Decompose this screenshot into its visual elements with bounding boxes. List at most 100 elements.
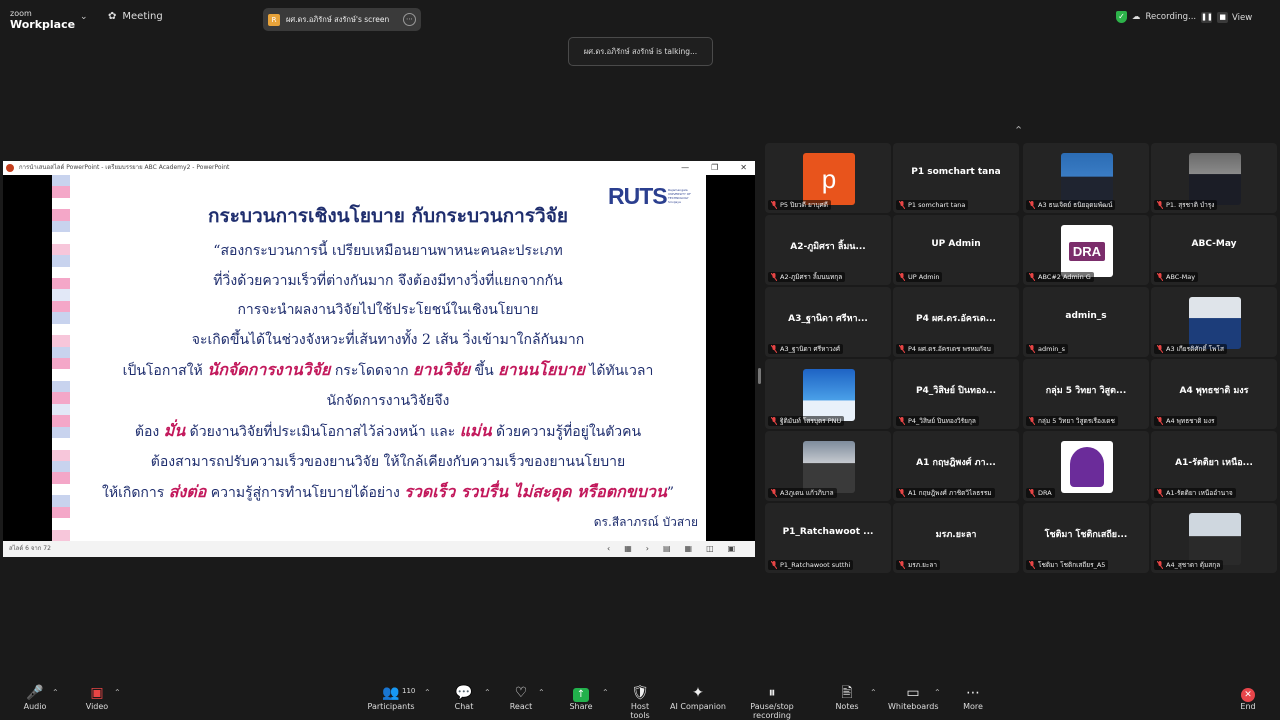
shield-icon[interactable]: ✓ bbox=[1116, 11, 1127, 23]
participant-tile[interactable]: P4_วิสิษย์ ปินทอง... P4_วิสิษย์ ปินทองวิร… bbox=[893, 359, 1019, 429]
bottom-toolbar: 🎤 Audio ⌃ ▣ Video ⌃ 👥 Participants 110 ⌃… bbox=[0, 680, 1280, 720]
share-button[interactable]: ↑ Share ⌃ bbox=[568, 680, 609, 720]
presenter-avatar: R bbox=[268, 13, 280, 26]
cloud-icon: ☁ bbox=[1132, 12, 1141, 22]
participant-tile[interactable]: UP Admin UP Admin bbox=[893, 215, 1019, 285]
host-tools-button[interactable]: 🛡 Host tools bbox=[620, 680, 660, 720]
next-slide-icon[interactable]: › bbox=[646, 541, 649, 557]
participant-tile[interactable]: A3_ฐานิดา ศรีหา... A3_ฐานิดา ศรีหาวงศ์ bbox=[765, 287, 891, 357]
participant-name-label: admin_s bbox=[1026, 344, 1069, 354]
reading-view-icon[interactable]: ◫ bbox=[706, 541, 714, 557]
slide: RUTS Rajamangala UNIVERSITY OF TECHNOLOG… bbox=[52, 175, 706, 541]
chevron-up-icon[interactable]: ⌃ bbox=[114, 688, 121, 697]
participant-tile[interactable]: admin_s admin_s bbox=[1023, 287, 1149, 357]
splitter-handle[interactable] bbox=[758, 368, 761, 384]
participant-tile[interactable]: A4 พุทธชาติ มงร A4 พุทธชาติ มงร bbox=[1151, 359, 1277, 429]
participant-tile[interactable]: DRA ABC#2 Admin G bbox=[1023, 215, 1149, 285]
participant-tile[interactable]: A3 เกียรติศักดิ์ โพโส bbox=[1151, 287, 1277, 357]
participant-name-label: A4_สุชาดา ตุ้มสกุล bbox=[1154, 560, 1224, 570]
mic-muted-icon bbox=[1028, 200, 1036, 210]
participant-tile[interactable]: A4_สุชาดา ตุ้มสกุล bbox=[1151, 503, 1277, 573]
mic-muted-icon bbox=[770, 200, 778, 210]
slideshow-icon[interactable]: ▣ bbox=[728, 541, 736, 557]
participant-name-label: P4 ผศ.ดร.อัครเดช พรหมกัจบ bbox=[896, 344, 994, 354]
participant-tile[interactable]: A1-รัตติยา เหนือ... A1-รัตติยา เหนืออำนาจ bbox=[1151, 431, 1277, 501]
mic-muted-icon bbox=[898, 272, 906, 282]
participant-tile[interactable]: ABC-May ABC-May bbox=[1151, 215, 1277, 285]
participant-label-text: DRA bbox=[1038, 489, 1052, 497]
slide-letterbox-right bbox=[706, 175, 755, 541]
video-button[interactable]: ▣ Video ⌃ bbox=[82, 680, 121, 720]
participants-button[interactable]: 👥 Participants 110 ⌃ bbox=[366, 680, 431, 720]
mic-muted-icon bbox=[898, 344, 906, 354]
notes-button[interactable]: 🖹 Notes ⌃ bbox=[834, 680, 876, 720]
audio-button[interactable]: 🎤 Audio ⌃ bbox=[20, 680, 59, 720]
chevron-up-icon[interactable]: ⌃ bbox=[1014, 124, 1023, 137]
meeting-info-button[interactable]: ✿ Meeting bbox=[108, 11, 163, 22]
chevron-up-icon[interactable]: ⌃ bbox=[934, 688, 941, 697]
mic-muted-icon bbox=[898, 416, 906, 426]
participant-display-name: UP Admin bbox=[931, 239, 981, 249]
participant-label-text: P1_Ratchawoot sutthi bbox=[780, 561, 851, 569]
participant-tile[interactable]: p P5 ปิยวดี ยาบุศดี bbox=[765, 143, 891, 213]
participant-tile[interactable]: P1. สุรชาติ บำรุง bbox=[1151, 143, 1277, 213]
ai-companion-button[interactable]: ✦ AI Companion bbox=[670, 680, 726, 720]
participant-tile[interactable]: P4 ผศ.ดร.อัครเด... P4 ผศ.ดร.อัครเดช พรหมก… bbox=[893, 287, 1019, 357]
more-options-icon[interactable]: ⋯ bbox=[403, 13, 416, 26]
react-button[interactable]: ♡ React ⌃ bbox=[508, 680, 545, 720]
chevron-up-icon[interactable]: ⌃ bbox=[538, 688, 545, 697]
chevron-up-icon[interactable]: ⌃ bbox=[870, 688, 877, 697]
minimize-icon[interactable]: — bbox=[681, 161, 689, 175]
more-label: More bbox=[963, 702, 983, 711]
participant-tile[interactable]: กลุ่ม 5 วิทยา วิสูต... กลุ่ม 5 วิทยา วิสู… bbox=[1023, 359, 1149, 429]
participant-display-name: A1-รัตติยา เหนือ... bbox=[1175, 458, 1253, 468]
slide-line: ต้อง มั่น ด้วยงานวิจัยที่ประเมินโอกาสไว้… bbox=[134, 421, 642, 440]
whiteboards-button[interactable]: ▭ Whiteboards ⌃ bbox=[888, 680, 941, 720]
talking-text: ผศ.ดร.อภิรักษ์ สงรักษ์ is talking... bbox=[583, 47, 698, 56]
active-speaker-toast: ผศ.ดร.อภิรักษ์ สงรักษ์ is talking... bbox=[568, 37, 713, 66]
chevron-up-icon[interactable]: ⌃ bbox=[424, 688, 431, 697]
restore-icon[interactable]: ❐ bbox=[711, 161, 718, 175]
pause-recording-button[interactable]: ❚❚ bbox=[1201, 11, 1213, 23]
mic-muted-icon bbox=[770, 344, 778, 354]
host-tools-label: Host tools bbox=[630, 702, 650, 720]
more-button[interactable]: ⋯ More bbox=[960, 680, 986, 720]
normal-view-icon[interactable]: ▤ bbox=[663, 541, 671, 557]
chevron-up-icon[interactable]: ⌃ bbox=[484, 688, 491, 697]
pause-stop-icon: ⏸ bbox=[768, 685, 776, 701]
slide-line: ต้องสามารถปรับความเร็วของยานวิจัย ให้ใกล… bbox=[150, 453, 626, 470]
participant-tile[interactable]: โชติมา โชติกเสถีย... โชติมา โชติกเสถียร_A… bbox=[1023, 503, 1149, 573]
participant-tile[interactable]: ฐิติมันท์ โสรบุตร PNU bbox=[765, 359, 891, 429]
chevron-up-icon[interactable]: ⌃ bbox=[602, 688, 609, 697]
participant-name-label: DRA bbox=[1026, 488, 1055, 498]
participant-gallery: p P5 ปิยวดี ยาบุศดี P1 somchart tana P1 som… bbox=[765, 143, 1278, 575]
chevron-up-icon[interactable]: ⌃ bbox=[52, 688, 59, 697]
participant-tile[interactable]: P1 somchart tana P1 somchart tana bbox=[893, 143, 1019, 213]
mic-muted-icon bbox=[1028, 344, 1036, 354]
screen-share-pill[interactable]: R ผศ.ดร.อภิรักษ์ สงรักษ์'s screen ⋯ bbox=[263, 8, 421, 31]
participant-name-label: A3 เกียรติศักดิ์ โพโส bbox=[1154, 344, 1227, 354]
pause-stop-recording-button[interactable]: ⏸ Pause/stop recording bbox=[732, 680, 812, 720]
close-icon[interactable]: ✕ bbox=[740, 161, 747, 175]
participant-tile[interactable]: DRA bbox=[1023, 431, 1149, 501]
previous-slide-icon[interactable]: ‹ bbox=[607, 541, 610, 557]
end-button[interactable]: ✕ End bbox=[1236, 680, 1260, 720]
participant-tile[interactable]: P1_Ratchawoot ... P1_Ratchawoot sutthi bbox=[765, 503, 891, 573]
chat-button[interactable]: 💬 Chat ⌃ bbox=[452, 680, 491, 720]
participant-tile[interactable]: A2-ภูมิศรา ลิ้มน... A2-ภูมิศรา ลิ้มนนทกุล bbox=[765, 215, 891, 285]
stop-recording-button[interactable]: ■ bbox=[1217, 11, 1229, 23]
participant-tile[interactable]: A3ภูเดน แก้วภิบาล bbox=[765, 431, 891, 501]
mic-muted-icon: 🎤 bbox=[26, 685, 44, 701]
slide-menu-icon[interactable]: ▦ bbox=[624, 541, 632, 557]
zoom-logo[interactable]: zoom Workplace bbox=[10, 8, 75, 30]
participant-tile[interactable]: A1 กฤษฎิพงศ์ ภา... A1 กฤษฎิพงศ์ ภาชิตวิไล… bbox=[893, 431, 1019, 501]
view-button[interactable]: View bbox=[1232, 13, 1252, 23]
slide-sorter-icon[interactable]: ▦ bbox=[685, 541, 693, 557]
participant-tile[interactable]: มรภ.ยะลา มรภ.ยะลา bbox=[893, 503, 1019, 573]
chevron-down-icon[interactable]: ⌄ bbox=[80, 12, 88, 22]
shield-icon: 🛡 bbox=[631, 685, 649, 701]
participant-avatar: p bbox=[803, 153, 855, 205]
paw-icon: ✿ bbox=[108, 11, 117, 22]
participant-tile[interactable]: A3 ธนเจิดย์ ธนิยอุดมพัฒน์ bbox=[1023, 143, 1149, 213]
participant-name-label: A3_ฐานิดา ศรีหาวงศ์ bbox=[768, 344, 843, 354]
